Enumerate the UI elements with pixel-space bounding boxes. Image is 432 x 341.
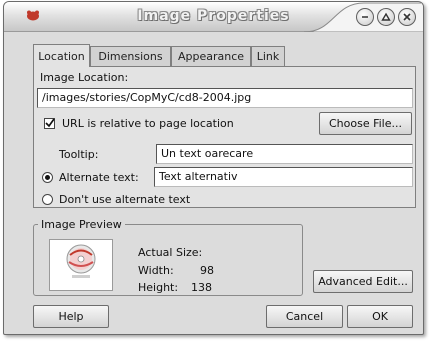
minimize-button[interactable]: [356, 8, 374, 26]
image-preview-legend: Image Preview: [38, 218, 125, 231]
help-button[interactable]: Help: [33, 305, 109, 328]
cancel-button[interactable]: Cancel: [266, 305, 343, 328]
relative-url-checkbox[interactable]: [44, 118, 55, 129]
ok-button[interactable]: OK: [347, 305, 413, 328]
image-properties-dialog: Image Properties Location Dimensions App…: [3, 1, 424, 335]
cd-thumbnail-icon: [66, 244, 96, 278]
relative-url-label: URL is relative to page location: [62, 117, 234, 130]
image-thumbnail: [49, 239, 113, 291]
title-bar[interactable]: Image Properties: [4, 2, 423, 32]
maximize-icon: [381, 12, 391, 21]
width-label: Width:: [138, 264, 174, 277]
close-button[interactable]: [398, 8, 416, 26]
image-location-label: Image Location:: [40, 71, 129, 84]
height-label: Height:: [138, 281, 179, 294]
radio-selected-dot: [45, 175, 50, 180]
tooltip-label: Tooltip:: [59, 148, 99, 161]
no-alt-text-radio[interactable]: [42, 194, 53, 205]
tab-dimensions[interactable]: Dimensions: [90, 46, 171, 66]
close-icon: [403, 13, 411, 21]
alt-text-label: Alternate text:: [59, 171, 139, 184]
height-value: 138: [191, 281, 212, 294]
checkmark-icon: [45, 118, 55, 128]
tooltip-input[interactable]: Un text oarecare: [156, 144, 413, 164]
minimize-icon: [362, 16, 368, 18]
advanced-edit-button[interactable]: Advanced Edit...: [313, 270, 413, 293]
actual-size-label: Actual Size:: [138, 246, 203, 259]
width-value: 98: [200, 264, 214, 277]
choose-file-button[interactable]: Choose File...: [319, 112, 412, 135]
alt-text-radio[interactable]: [42, 172, 53, 183]
no-alt-text-label: Don't use alternate text: [59, 193, 191, 206]
tab-appearance[interactable]: Appearance: [171, 46, 251, 66]
image-location-input[interactable]: /images/stories/CopMyC/cd8-2004.jpg: [37, 88, 413, 108]
tab-link[interactable]: Link: [251, 46, 285, 66]
alt-text-input[interactable]: Text alternativ: [154, 167, 413, 187]
tab-appearance-label: Appearance: [177, 50, 245, 63]
maximize-button[interactable]: [377, 8, 395, 26]
tab-dimensions-label: Dimensions: [98, 50, 163, 63]
tab-location-label: Location: [38, 50, 85, 63]
tab-link-label: Link: [256, 50, 280, 63]
tab-location[interactable]: Location: [33, 44, 90, 67]
